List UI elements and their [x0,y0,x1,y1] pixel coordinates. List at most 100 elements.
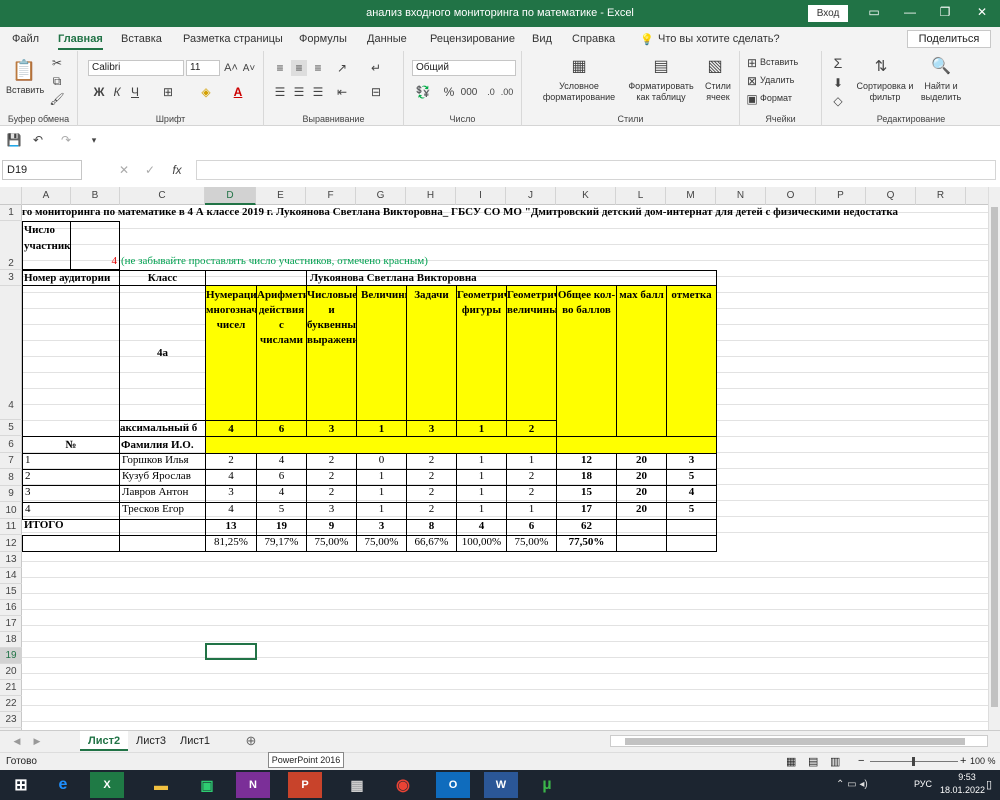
participants-note[interactable]: (не забывайте проставлять число участник… [121,255,581,269]
sort-filter-icon[interactable]: ⇅ [870,55,892,77]
score-h[interactable]: 2 [406,485,457,503]
total-h[interactable]: 8 [406,519,457,536]
minimize-icon[interactable]: — [900,5,920,19]
score-i[interactable]: 1 [456,469,507,486]
pct-g[interactable]: 75,00% [356,535,407,552]
cut-icon[interactable]: ✂ [50,56,64,70]
pct-l[interactable] [616,535,667,552]
score-j[interactable]: 1 [506,502,557,520]
worksheet-grid[interactable]: го мониторинга по математике в 4 А класс… [22,205,992,730]
total-f[interactable]: 9 [306,519,357,536]
formula-input[interactable] [196,160,996,180]
header-col-i[interactable]: Геометрические фигуры [456,285,507,421]
total-g[interactable]: 3 [356,519,407,536]
vertical-scrollbar[interactable] [988,187,1000,732]
sheet-title[interactable]: го мониторинга по математике в 4 А класс… [22,206,988,220]
score-d[interactable]: 4 [205,502,257,520]
font-size-select[interactable]: 11 [186,60,220,76]
increase-decimal-icon[interactable]: .0 [484,84,498,100]
menu-help[interactable]: Справка [572,33,615,45]
max-score-d[interactable]: 4 [205,420,257,437]
score-d[interactable]: 4 [205,469,257,486]
score-e[interactable]: 4 [256,453,307,470]
class-value[interactable]: 4а [119,285,206,421]
pct-a[interactable] [22,535,120,552]
col-header[interactable]: G [356,187,406,205]
cell-styles-icon[interactable]: ▧ [704,55,726,77]
max-score-h[interactable]: 3 [406,420,457,437]
score-h[interactable]: 2 [406,502,457,520]
borders-icon[interactable]: ⊞ [160,84,176,100]
merge-icon[interactable]: ⊟ [368,84,384,100]
student-number[interactable]: 2 [22,469,120,486]
row-header-cell[interactable]: 4 [0,286,22,420]
row-header-cell[interactable]: 22 [0,696,22,712]
max-score-e[interactable]: 6 [256,420,307,437]
score-f[interactable]: 2 [306,485,357,503]
menu-home[interactable]: Главная [58,33,103,50]
undo-icon[interactable]: ↶ [30,132,46,148]
tray-icons[interactable]: ⌃ ▭ ◂) [836,779,868,790]
bold-icon[interactable]: Ж [92,84,106,100]
total-k[interactable]: 62 [556,519,617,536]
score-max[interactable]: 20 [616,502,667,520]
score-total[interactable]: 12 [556,453,617,470]
row-header-cell[interactable]: 23 [0,712,22,728]
header-col-e[interactable]: Арифметические действия с числами [256,285,307,421]
menu-formulas[interactable]: Формулы [299,33,347,45]
max-score-label[interactable]: аксимальный б [119,420,206,437]
confirm-entry-icon[interactable]: ✓ [144,163,156,177]
total-e[interactable]: 19 [256,519,307,536]
score-max[interactable]: 20 [616,469,667,486]
font-color-icon[interactable]: A [230,84,246,100]
format-cells-button[interactable]: Формат [760,93,792,104]
excel-icon[interactable]: X [90,772,124,798]
col-header[interactable]: E [256,187,306,205]
clear-icon[interactable]: ◇ [830,93,846,109]
score-i[interactable]: 1 [456,453,507,470]
total-m[interactable] [666,519,717,536]
col-header[interactable]: Q [866,187,916,205]
outlook-icon[interactable]: O [436,772,470,798]
copy-icon[interactable]: ⧉ [50,74,64,88]
col-header[interactable]: C [120,187,205,205]
insert-cells-icon[interactable]: ⊞ [746,56,758,70]
score-max[interactable]: 20 [616,485,667,503]
score-i[interactable]: 1 [456,485,507,503]
format-as-table-button[interactable]: Форматировать как таблицу [626,81,696,103]
score-e[interactable]: 5 [256,502,307,520]
find-select-icon[interactable]: 🔍 [930,55,952,77]
total-label[interactable]: ИТОГО [22,519,120,536]
close-icon[interactable]: ✕ [972,5,992,19]
delete-cells-icon[interactable]: ⊠ [746,74,758,88]
pct-i[interactable]: 100,00% [456,535,507,552]
score-j[interactable]: 2 [506,485,557,503]
name-label[interactable]: Фамилия И.О. [119,436,206,454]
pct-k[interactable]: 77,50% [556,535,617,552]
cell-a4[interactable] [22,285,120,437]
row-header-cell[interactable]: 7 [0,453,22,469]
pct-c[interactable] [119,535,206,552]
score-mark[interactable]: 4 [666,485,717,503]
format-cells-icon[interactable]: ▣ [746,92,758,106]
participants-count[interactable]: 4 [71,221,120,270]
normal-view-icon[interactable]: ▦ [786,755,796,768]
tab-list2[interactable]: Лист2 [80,731,129,751]
fill-icon[interactable]: ⬇ [830,75,846,91]
header-col-f[interactable]: Числовые и буквенные выражения [306,285,357,421]
total-j[interactable]: 6 [506,519,557,536]
clock-date[interactable]: 18.01.2022 [940,785,985,795]
row-header-cell[interactable]: 15 [0,584,22,600]
fill-color-icon[interactable]: ◈ [198,84,214,100]
zoom-out-icon[interactable]: − [858,755,864,767]
word-icon[interactable]: W [484,772,518,798]
score-h[interactable]: 2 [406,453,457,470]
font-name-select[interactable]: Calibri [88,60,184,76]
add-sheet-icon[interactable]: ⊕ [244,733,258,748]
restore-icon[interactable]: ❐ [935,5,955,19]
clock-time[interactable]: 9:53 [950,772,984,782]
accounting-icon[interactable]: 💱 [414,84,432,100]
total-d[interactable]: 13 [205,519,257,536]
conditional-format-icon[interactable]: ▦ [568,55,590,77]
total-l[interactable] [616,519,667,536]
